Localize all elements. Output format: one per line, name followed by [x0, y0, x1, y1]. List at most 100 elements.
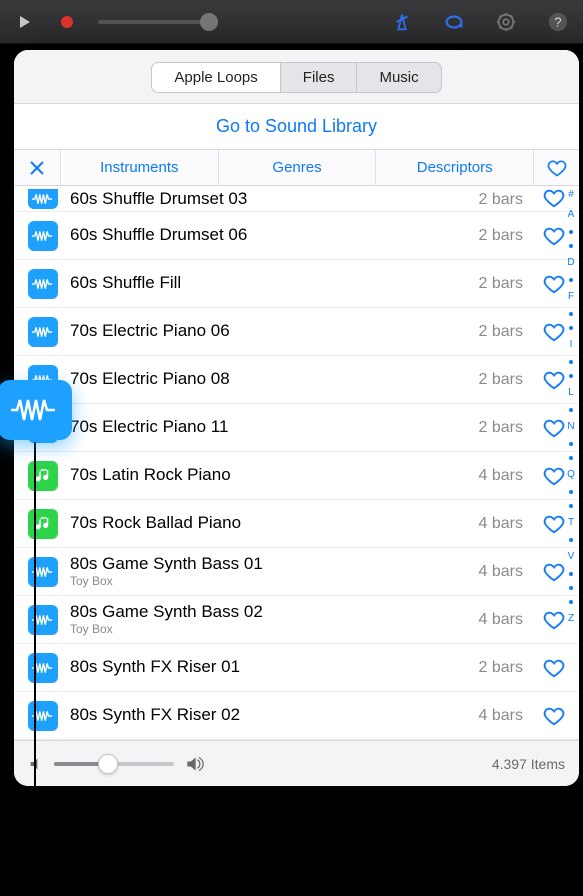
audio-loop-icon — [28, 189, 58, 209]
loop-row[interactable]: 70s Electric Piano 08 2 bars — [14, 356, 579, 404]
favorite-heart-icon[interactable] — [541, 321, 567, 343]
loop-title: 80s Synth FX Riser 02 — [70, 706, 467, 725]
segment-apple-loops[interactable]: Apple Loops — [152, 63, 280, 92]
favorite-heart-icon[interactable] — [541, 609, 567, 631]
loop-title: 70s Latin Rock Piano — [70, 466, 467, 485]
settings-icon[interactable] — [489, 8, 523, 36]
loop-row[interactable]: 80s Game Synth Bass 01Toy Box 4 bars — [14, 548, 579, 596]
audio-loop-icon — [28, 557, 58, 587]
segment-bar: Apple Loops Files Music — [14, 50, 579, 104]
midi-loop-icon — [28, 461, 58, 491]
loop-row[interactable]: 60s Shuffle Drumset 06 2 bars — [14, 212, 579, 260]
volume-high-icon — [184, 754, 204, 774]
loop-bars: 4 bars — [479, 515, 523, 533]
loop-bars: 2 bars — [479, 371, 523, 389]
loop-text: 80s Synth FX Riser 02 — [70, 706, 467, 725]
loop-title: 70s Electric Piano 11 — [70, 418, 467, 437]
loop-text: 80s Game Synth Bass 02Toy Box — [70, 603, 467, 637]
volume-slider[interactable] — [54, 762, 174, 766]
help-icon[interactable]: ? — [541, 8, 575, 36]
favorite-heart-icon[interactable] — [541, 561, 567, 583]
favorite-heart-icon[interactable] — [541, 417, 567, 439]
loop-title: 70s Electric Piano 06 — [70, 322, 467, 341]
loop-text: 60s Shuffle Drumset 06 — [70, 226, 467, 245]
loop-bars: 2 bars — [479, 659, 523, 677]
play-button[interactable] — [8, 8, 42, 36]
loop-bars: 2 bars — [479, 323, 523, 341]
loop-text: 70s Latin Rock Piano — [70, 466, 467, 485]
loop-text: 70s Electric Piano 06 — [70, 322, 467, 341]
loop-bars: 4 bars — [479, 563, 523, 581]
loop-bars: 4 bars — [479, 707, 523, 725]
dragged-loop-tile[interactable] — [0, 380, 72, 440]
favorite-heart-icon[interactable] — [541, 705, 567, 727]
item-count: 4.397 Items — [492, 756, 565, 772]
loop-bars: 4 bars — [479, 467, 523, 485]
segment-files[interactable]: Files — [281, 63, 358, 92]
loop-row[interactable]: 80s Synth FX Riser 01 2 bars — [14, 644, 579, 692]
loop-title: 70s Electric Piano 08 — [70, 370, 467, 389]
favorite-heart-icon[interactable] — [541, 369, 567, 391]
audio-loop-icon — [28, 653, 58, 683]
favorite-heart-icon[interactable] — [541, 657, 567, 679]
sound-library-link[interactable]: Go to Sound Library — [14, 104, 579, 150]
audio-loop-icon — [28, 605, 58, 635]
audio-loop-icon — [28, 221, 58, 251]
favorite-heart-icon[interactable] — [541, 465, 567, 487]
loop-browser-icon[interactable] — [437, 8, 471, 36]
volume-low-icon — [28, 756, 44, 772]
popover-arrow — [437, 50, 461, 52]
loop-row[interactable]: 80s Synth FX Riser 02 4 bars — [14, 692, 579, 740]
loop-row[interactable]: 60s Shuffle Drumset 03 2 bars — [14, 186, 579, 212]
loop-row[interactable]: 80s Game Synth Bass 02Toy Box 4 bars — [14, 596, 579, 644]
loop-row[interactable]: 70s Electric Piano 11 2 bars — [14, 404, 579, 452]
loop-title: 80s Synth FX Riser 01 — [70, 658, 467, 677]
loop-browser-popover: Apple Loops Files Music Go to Sound Libr… — [14, 50, 579, 786]
audio-loop-icon — [28, 269, 58, 299]
loop-subtitle: Toy Box — [70, 574, 467, 588]
segmented-control[interactable]: Apple Loops Files Music — [151, 62, 441, 93]
filter-instruments[interactable]: Instruments — [60, 150, 218, 185]
filter-descriptors[interactable]: Descriptors — [375, 150, 533, 185]
loop-list[interactable]: 60s Shuffle Drumset 032 bars60s Shuffle … — [14, 186, 579, 740]
filter-favorites[interactable] — [533, 150, 579, 185]
top-slider[interactable] — [98, 20, 218, 24]
favorite-heart-icon[interactable] — [541, 225, 567, 247]
loop-text: 70s Rock Ballad Piano — [70, 514, 467, 533]
loop-title: 70s Rock Ballad Piano — [70, 514, 467, 533]
loop-title: 80s Game Synth Bass 01 — [70, 555, 467, 574]
loop-title: 60s Shuffle Drumset 06 — [70, 226, 467, 245]
loop-text: 70s Electric Piano 08 — [70, 370, 467, 389]
loop-text: 80s Synth FX Riser 01 — [70, 658, 467, 677]
loop-row[interactable]: 70s Latin Rock Piano 4 bars — [14, 452, 579, 500]
filter-tabs: Instruments Genres Descriptors — [14, 150, 579, 186]
loop-row[interactable]: 60s Shuffle Fill 2 bars — [14, 260, 579, 308]
loop-text: 70s Electric Piano 11 — [70, 418, 467, 437]
callout-line — [34, 442, 36, 872]
loop-title: 60s Shuffle Fill — [70, 274, 467, 293]
browser-footer: 4.397 Items — [14, 740, 579, 786]
loop-bars: 2 bars — [479, 191, 523, 209]
loop-row[interactable]: 70s Rock Ballad Piano 4 bars — [14, 500, 579, 548]
svg-text:?: ? — [554, 14, 561, 29]
favorite-heart-icon[interactable] — [541, 187, 567, 209]
loop-text: 80s Game Synth Bass 01Toy Box — [70, 555, 467, 589]
audio-loop-icon — [28, 701, 58, 731]
segment-music[interactable]: Music — [357, 63, 440, 92]
loop-text: 60s Shuffle Fill — [70, 274, 467, 293]
close-filters-button[interactable] — [14, 150, 60, 185]
loop-title: 80s Game Synth Bass 02 — [70, 603, 467, 622]
filter-genres[interactable]: Genres — [218, 150, 376, 185]
loop-bars: 2 bars — [479, 275, 523, 293]
metronome-icon[interactable] — [385, 8, 419, 36]
loop-bars: 4 bars — [479, 611, 523, 629]
loop-row[interactable]: 70s Electric Piano 06 2 bars — [14, 308, 579, 356]
loop-subtitle: Toy Box — [70, 622, 467, 636]
loop-bars: 2 bars — [479, 419, 523, 437]
audio-loop-icon — [28, 317, 58, 347]
record-button[interactable] — [50, 8, 84, 36]
favorite-heart-icon[interactable] — [541, 273, 567, 295]
loop-bars: 2 bars — [479, 227, 523, 245]
loop-title: 60s Shuffle Drumset 03 — [70, 190, 467, 209]
favorite-heart-icon[interactable] — [541, 513, 567, 535]
